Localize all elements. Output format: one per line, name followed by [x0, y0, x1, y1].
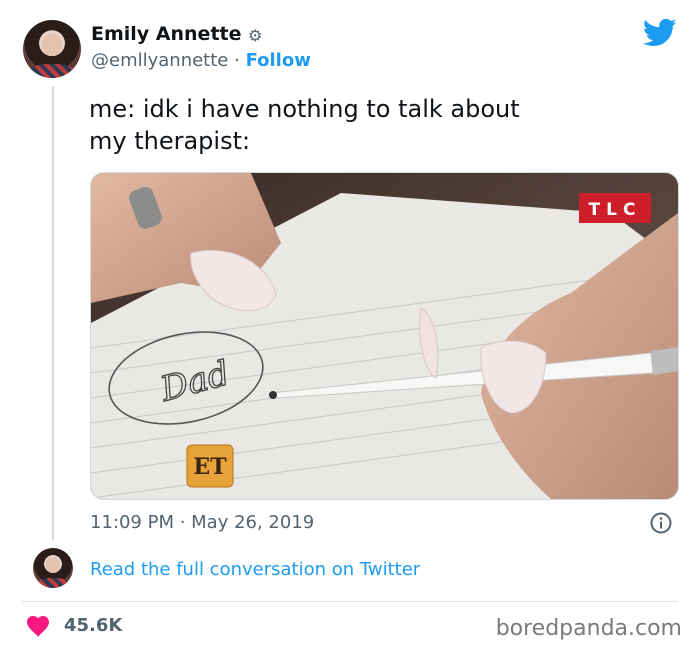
notebook-photo: Dad TLC ET [91, 173, 678, 499]
tlc-logo: TLC [589, 200, 642, 220]
follow-button[interactable]: Follow [246, 50, 311, 71]
divider [22, 601, 678, 602]
author-avatar[interactable] [23, 20, 81, 78]
author-handle-row: @emllyannette · Follow [91, 50, 311, 71]
read-conversation-link[interactable]: Read the full conversation on Twitter [90, 559, 420, 580]
thread-line [52, 86, 54, 540]
tweet-text: me: idk i have nothing to talk about my … [89, 95, 520, 155]
author-handle[interactable]: @emllyannette [91, 50, 228, 71]
boredpanda-watermark: boredpanda.com [495, 616, 682, 641]
tweet-timestamp[interactable]: 11:09 PM · May 26, 2019 [90, 512, 314, 533]
tweet-card: Emily Annette ⚙ @emllyannette · Follow m… [0, 0, 700, 653]
handle-separator: · [234, 50, 240, 71]
tweet-media-image[interactable]: Dad TLC ET [90, 172, 679, 500]
heart-icon[interactable] [27, 616, 51, 638]
like-count: 45.6K [64, 615, 123, 636]
twitter-bird-icon[interactable] [643, 18, 677, 48]
info-icon[interactable] [650, 512, 672, 534]
author-name[interactable]: Emily Annette [91, 23, 242, 45]
et-logo: ET [193, 454, 227, 480]
verified-badge-icon: ⚙ [248, 26, 263, 45]
reply-avatar[interactable] [33, 548, 73, 588]
